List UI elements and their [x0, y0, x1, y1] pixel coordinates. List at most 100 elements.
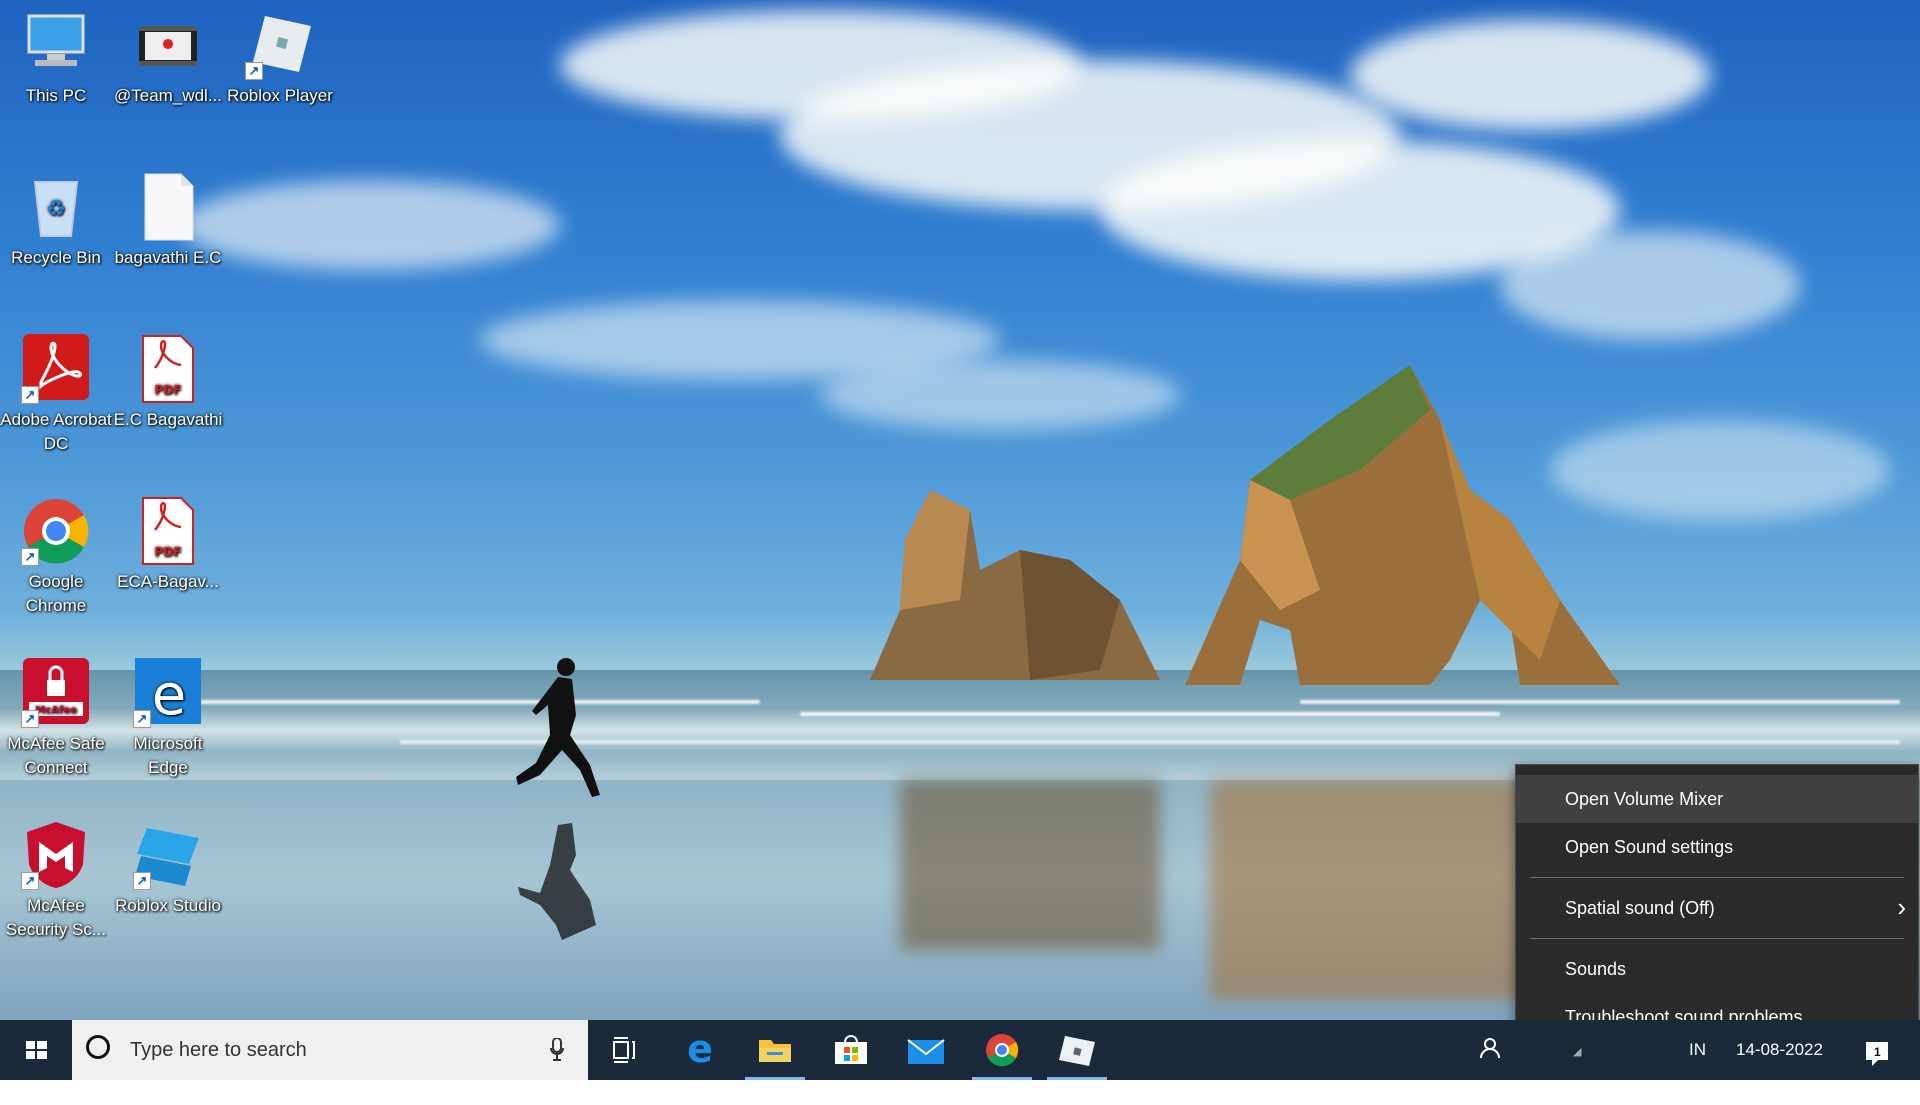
network-icon[interactable]: ◢: [1573, 1022, 1581, 1082]
recycle-bin-icon: ♻: [21, 172, 91, 242]
action-center-button[interactable]: 1: [1862, 1020, 1892, 1105]
rock-reflection: [1210, 780, 1530, 1000]
input-language-indicator[interactable]: IN: [1689, 1020, 1706, 1080]
svg-text:e: e: [687, 1027, 713, 1071]
roblox-icon: [1059, 1036, 1095, 1066]
notification-count: 1: [1874, 1045, 1881, 1059]
file-explorer-icon: [759, 1040, 791, 1062]
desktop-icon-label: Adobe Acrobat DC: [0, 410, 112, 453]
desktop-icon-team-video[interactable]: @Team_wdl...: [112, 10, 224, 108]
pdf-file-icon: PDF: [133, 334, 203, 404]
people-icon: [1480, 1038, 1500, 1059]
cloud: [1350, 20, 1710, 130]
desktop-icon-adobe-acrobat[interactable]: ↗ Adobe Acrobat DC: [0, 334, 112, 456]
desktop-icon-roblox-studio[interactable]: ↗ Roblox Studio: [112, 820, 224, 918]
mcafee-safe-connect-icon: McAfee ↗: [21, 658, 91, 728]
desktop-icon-label: This PC: [25, 86, 87, 105]
this-pc-icon: [21, 10, 91, 80]
windows-logo-icon: [26, 1041, 47, 1059]
adobe-acrobat-icon: ↗: [21, 334, 91, 404]
cloud: [180, 180, 560, 270]
menu-item-sounds[interactable]: Sounds: [1516, 945, 1918, 993]
desktop-icon-ec-bagavathi[interactable]: PDF E.C Bagavathi: [112, 334, 224, 432]
desktop-icon-label: Recycle Bin: [11, 248, 101, 267]
edge-icon: e ↗: [133, 658, 203, 728]
shortcut-arrow-icon: ↗: [245, 62, 263, 80]
desktop-icon-recycle-bin[interactable]: ♻ Recycle Bin: [0, 172, 112, 270]
desktop-icon-microsoft-edge[interactable]: e ↗ Microsoft Edge: [112, 658, 224, 780]
shortcut-arrow-icon: ↗: [21, 710, 39, 728]
edge-icon: e: [687, 1027, 713, 1071]
desktop-icon-google-chrome[interactable]: ↗ Google Chrome: [0, 496, 112, 618]
desktop-icon-label: Microsoft Edge: [133, 734, 203, 777]
svg-text:McAfee: McAfee: [35, 705, 77, 716]
taskbar: Type here to search e ◢ IN 14-08-2022 1: [0, 1020, 1920, 1080]
desktop-icon-label: McAfee Safe Connect: [7, 734, 105, 777]
rock-arch: [1185, 365, 1620, 685]
cloud: [1500, 230, 1800, 340]
blank-file-icon: [133, 172, 203, 242]
task-view-icon: [613, 1037, 635, 1063]
chrome-icon: ↗: [21, 496, 91, 566]
wave: [400, 740, 1900, 744]
rock-left: [870, 490, 1160, 680]
menu-item-open-volume-mixer[interactable]: Open Volume Mixer: [1516, 775, 1918, 823]
desktop-icon-label: Google Chrome: [25, 572, 87, 615]
svg-text:♻: ♻: [46, 197, 66, 222]
rock-reflection: [900, 780, 1160, 950]
desktop-icon-label: Roblox Studio: [115, 896, 221, 915]
taskbar-search-box[interactable]: Type here to search: [72, 1020, 588, 1080]
taskbar-mail[interactable]: [892, 1020, 960, 1080]
desktop-icon-label: bagavathi E.C: [114, 248, 222, 267]
svg-text:e: e: [152, 663, 186, 728]
taskbar-roblox[interactable]: [1043, 1020, 1111, 1080]
sound-context-menu: Open Volume Mixer Open Sound settings Sp…: [1515, 764, 1919, 1054]
search-placeholder: Type here to search: [130, 1039, 307, 1061]
desktop-icon-label: McAfee Security Sc...: [5, 896, 107, 939]
desktop-icon-mcafee-security[interactable]: ↗ McAfee Security Sc...: [0, 820, 112, 942]
menu-separator: [1530, 877, 1904, 878]
desktop-icon-label: E.C Bagavathi: [113, 410, 223, 429]
taskbar-microsoft-store[interactable]: [817, 1020, 885, 1080]
menu-separator: [1530, 938, 1904, 939]
clock-date[interactable]: 14-08-2022: [1736, 1020, 1823, 1080]
roblox-player-icon: ↗: [245, 10, 315, 80]
menu-item-label: Spatial sound (Off): [1565, 898, 1715, 918]
wave: [200, 700, 760, 704]
people-button[interactable]: [1478, 1020, 1506, 1105]
cloud: [820, 360, 1180, 430]
shortcut-arrow-icon: ↗: [133, 710, 151, 728]
pdf-file-icon: PDF: [133, 496, 203, 566]
shortcut-arrow-icon: ↗: [21, 386, 39, 404]
desktop-icon-roblox-player[interactable]: ↗ Roblox Player: [224, 10, 336, 108]
taskbar-edge[interactable]: e: [666, 1020, 734, 1080]
menu-item-spatial-sound[interactable]: Spatial sound (Off) ›: [1516, 884, 1918, 932]
start-button[interactable]: [0, 1020, 72, 1080]
microsoft-store-icon: [835, 1035, 867, 1064]
task-view-button[interactable]: [590, 1020, 658, 1080]
desktop-icon-this-pc[interactable]: This PC: [0, 10, 112, 108]
desktop-icon-mcafee-safe-connect[interactable]: McAfee ↗ McAfee Safe Connect: [0, 658, 112, 780]
mail-icon: [907, 1039, 945, 1064]
mcafee-security-icon: ↗: [21, 820, 91, 890]
taskbar-chrome[interactable]: [968, 1020, 1036, 1080]
menu-item-open-sound-settings[interactable]: Open Sound settings: [1516, 823, 1918, 871]
wave: [1300, 700, 1900, 704]
shortcut-arrow-icon: ↗: [133, 872, 151, 890]
desktop-icon-label: ECA-Bagav...: [117, 572, 219, 591]
shortcut-arrow-icon: ↗: [21, 872, 39, 890]
desktop-icon-bagavathi-file[interactable]: bagavathi E.C: [112, 172, 224, 270]
svg-text:PDF: PDF: [155, 383, 182, 397]
cortana-icon: [86, 1035, 110, 1059]
taskbar-file-explorer[interactable]: [741, 1020, 809, 1080]
runner-silhouette: [516, 658, 600, 940]
wave: [800, 712, 1500, 716]
svg-text:PDF: PDF: [155, 545, 182, 559]
roblox-studio-icon: ↗: [133, 820, 203, 890]
desktop-icon-label: Roblox Player: [227, 86, 333, 105]
desktop-icon-eca-bagav[interactable]: PDF ECA-Bagav...: [112, 496, 224, 594]
shortcut-arrow-icon: ↗: [21, 548, 39, 566]
chevron-right-icon: ›: [1897, 892, 1906, 922]
microphone-icon[interactable]: [550, 1038, 564, 1062]
chrome-icon: [986, 1034, 1019, 1067]
